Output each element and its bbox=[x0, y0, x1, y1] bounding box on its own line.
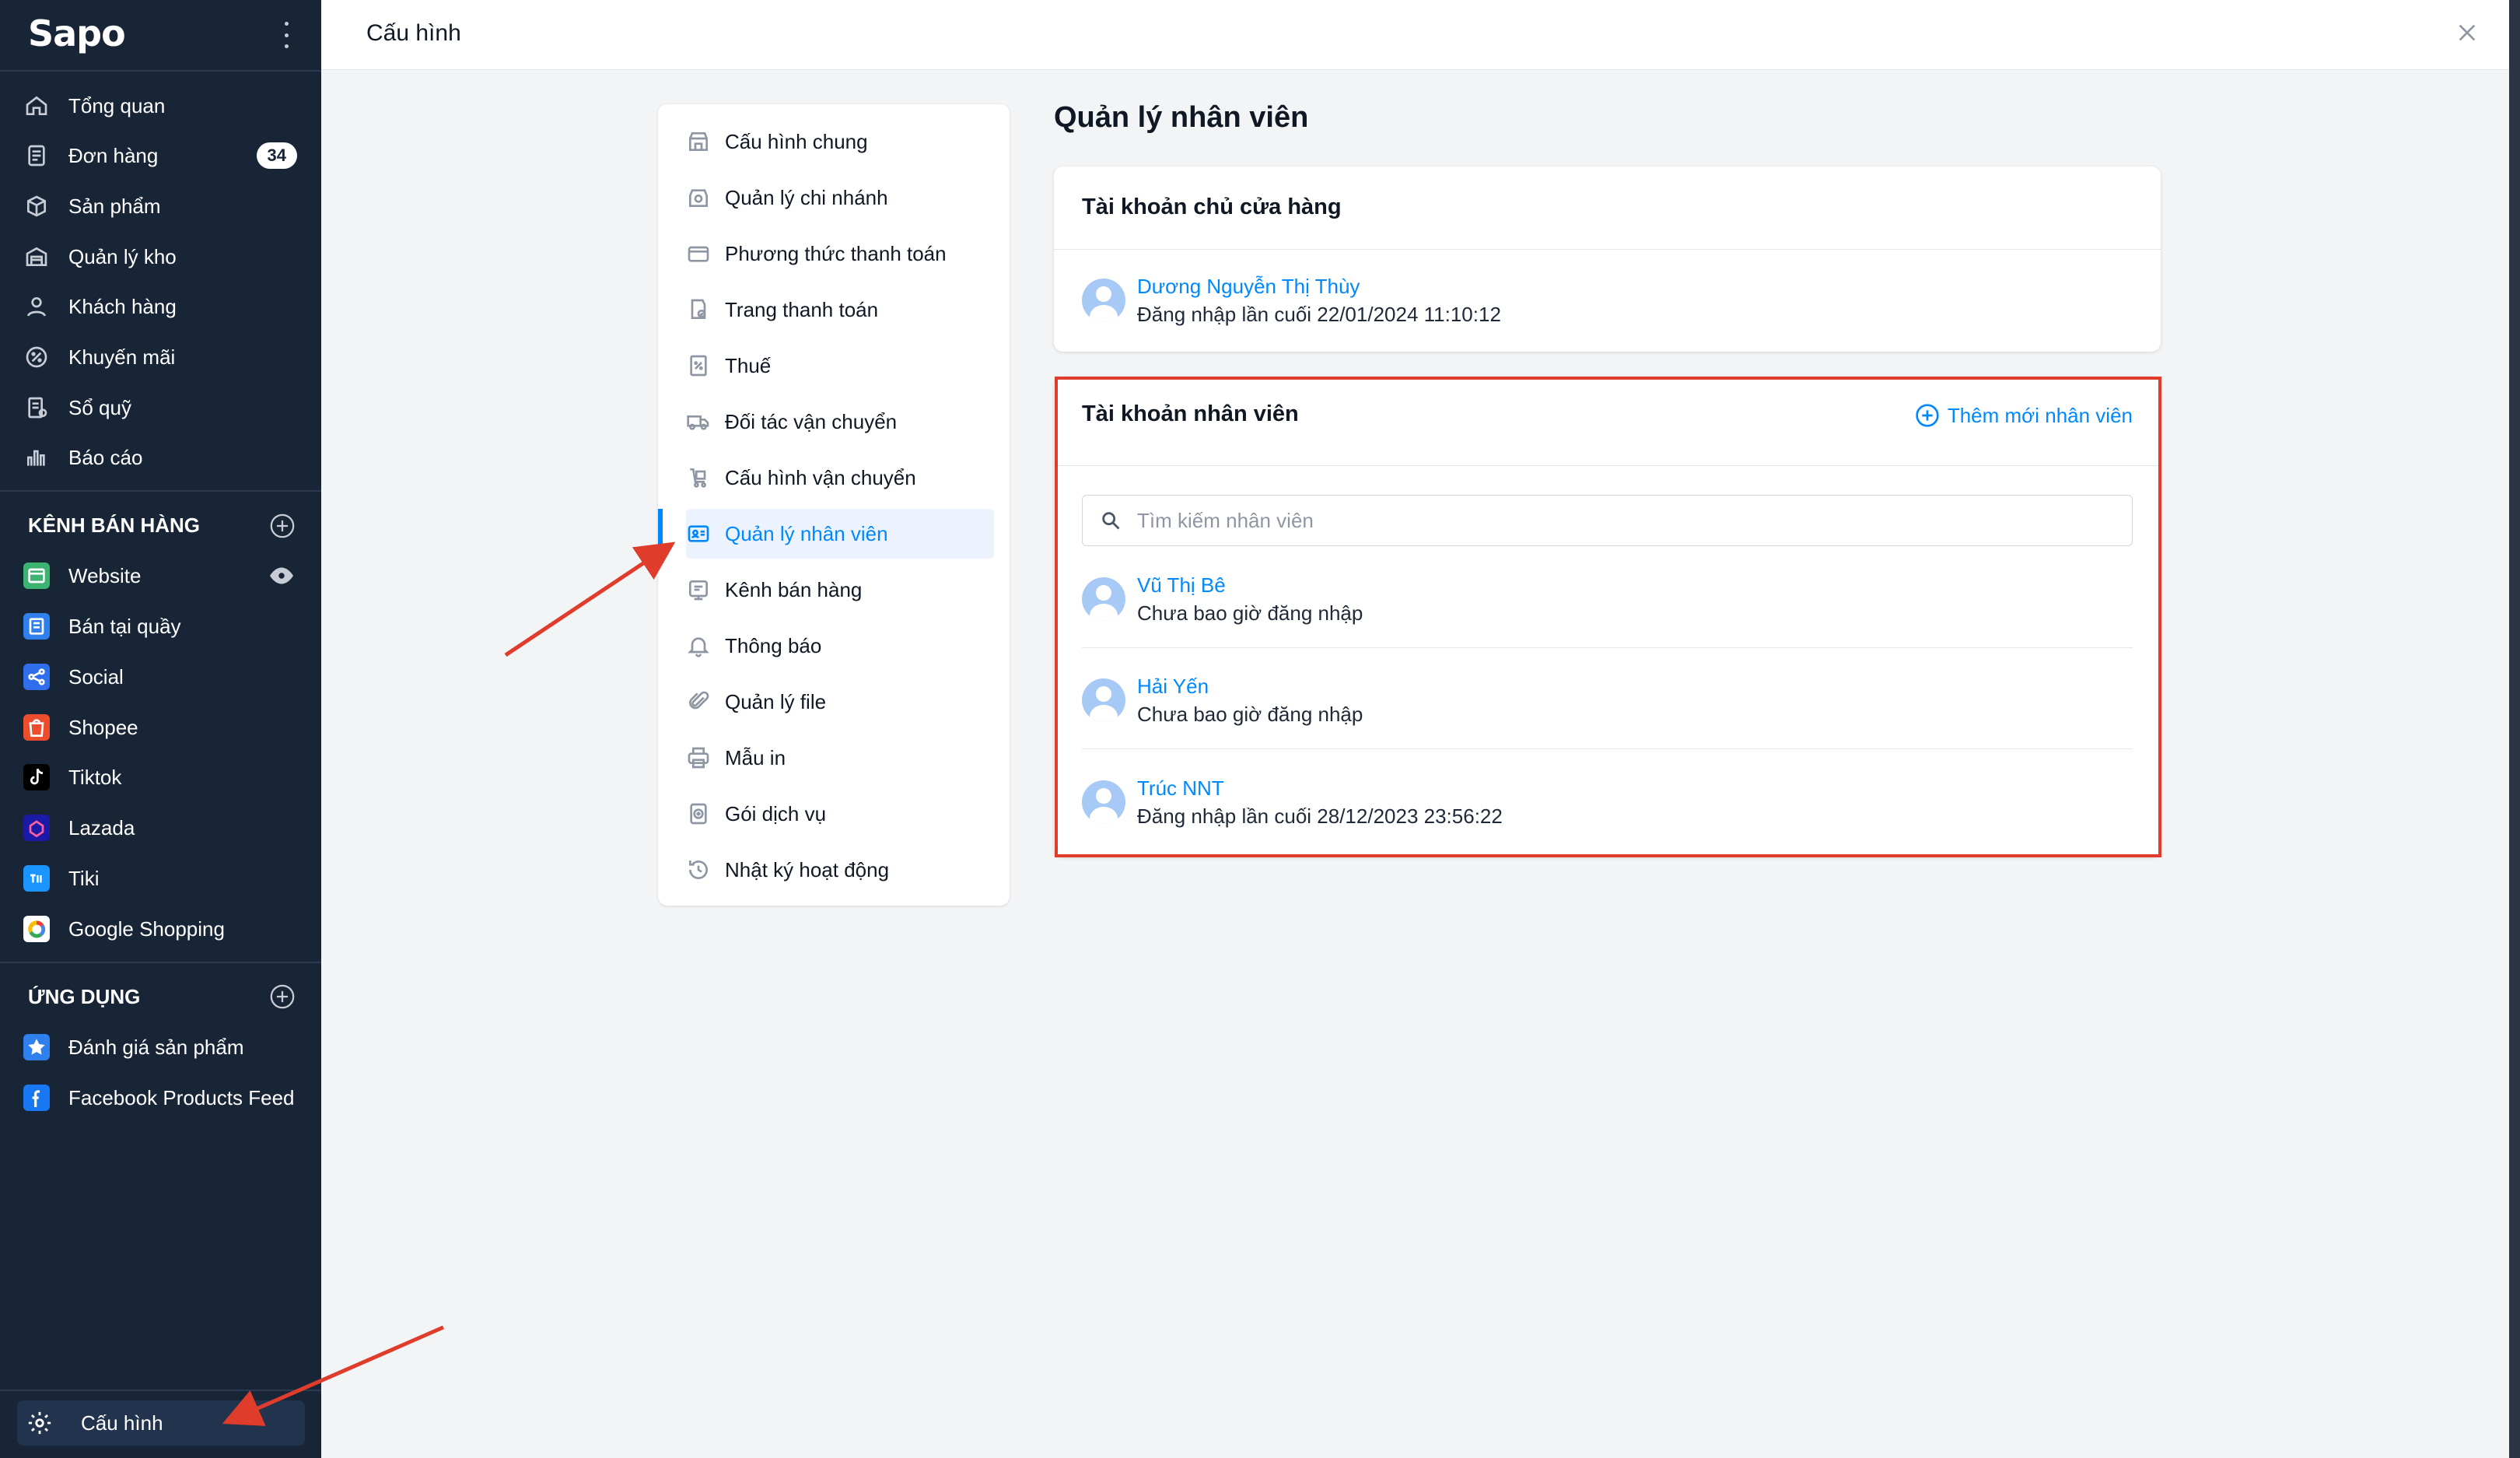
arrow-to-settings bbox=[222, 1325, 444, 1426]
arrow-to-staff-menu bbox=[504, 541, 676, 657]
annotation-arrows bbox=[222, 541, 676, 1426]
